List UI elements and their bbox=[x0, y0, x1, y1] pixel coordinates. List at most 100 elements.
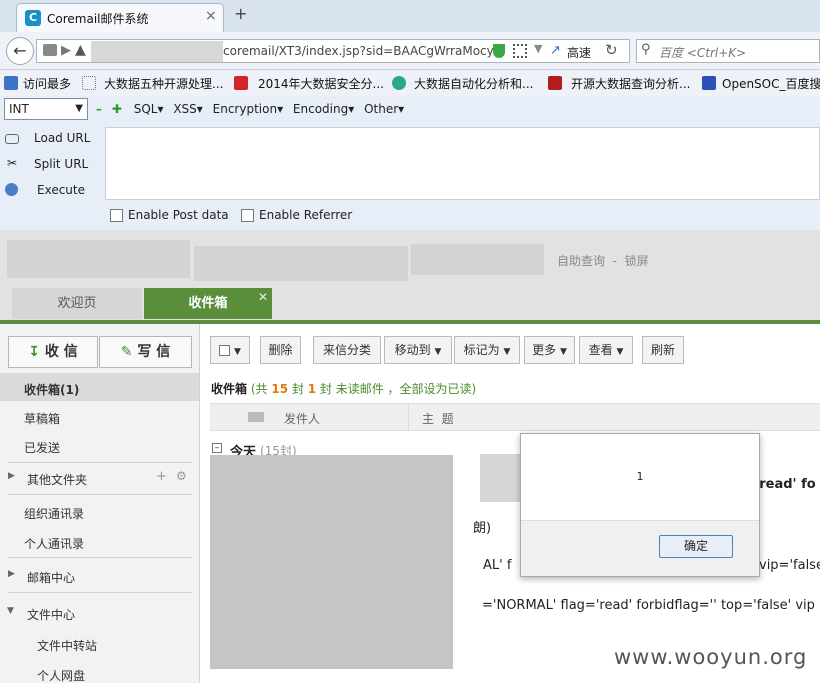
move-to-label: 移动到 bbox=[394, 343, 431, 357]
speed-label[interactable]: 高速 bbox=[567, 44, 591, 61]
post-data-checkbox[interactable] bbox=[110, 209, 123, 222]
back-button[interactable]: ← bbox=[6, 37, 34, 65]
coremail-favicon-icon: C bbox=[25, 10, 41, 26]
redacted-user bbox=[411, 244, 544, 275]
eye-icon bbox=[392, 76, 406, 90]
bookmark-item[interactable]: 大数据五种开源处理... bbox=[104, 75, 223, 92]
summary-mid: 封 bbox=[291, 382, 304, 396]
chevron-down-icon: ▼ bbox=[233, 347, 241, 357]
collapse-icon[interactable]: ▼ bbox=[7, 606, 14, 616]
tab-close-icon[interactable]: × bbox=[205, 8, 217, 24]
menu-other[interactable]: Other▾ bbox=[364, 102, 404, 116]
qrcode-icon[interactable] bbox=[513, 44, 527, 58]
page-icon bbox=[43, 44, 57, 56]
load-url-button[interactable]: Load URL bbox=[34, 131, 90, 145]
execute-button[interactable]: Execute bbox=[37, 183, 85, 197]
referrer-checkbox[interactable] bbox=[241, 209, 254, 222]
injected-text-3: AL' f bbox=[483, 558, 512, 573]
summary-total: 15 bbox=[271, 382, 289, 396]
bookmark-item[interactable]: 访问最多 bbox=[23, 75, 71, 92]
sender-column[interactable]: 发件人 bbox=[284, 410, 320, 427]
url-textarea[interactable] bbox=[105, 127, 820, 200]
redacted-info bbox=[194, 246, 408, 281]
summary-suffix[interactable]: 封 未读邮件 ，全部设为已读) bbox=[320, 382, 476, 396]
bookmark-icon bbox=[234, 76, 248, 90]
tab-title: Coremail邮件系统 bbox=[47, 12, 149, 26]
gear-icon[interactable]: ⚙ bbox=[176, 469, 187, 483]
file-center[interactable]: 文件中心 bbox=[27, 606, 75, 623]
bookmark-item[interactable]: 大数据自动化分析和... bbox=[414, 75, 533, 92]
folder-other[interactable]: 其他文件夹 bbox=[27, 471, 87, 488]
injected-text-5: ='NORMAL' flag='read' forbidflag='' top=… bbox=[482, 598, 815, 613]
shield-icon[interactable] bbox=[493, 44, 505, 58]
browser-tab[interactable]: C Coremail邮件系统 × bbox=[16, 3, 224, 32]
browser-tab-bar: C Coremail邮件系统 × + bbox=[0, 0, 820, 32]
tab-welcome[interactable]: 欢迎页 bbox=[12, 288, 142, 319]
move-to-dropdown[interactable]: 移动到 ▼ bbox=[384, 336, 452, 364]
divider bbox=[8, 557, 192, 558]
delete-button[interactable]: 删除 bbox=[260, 336, 301, 364]
scissors-icon: ✂ bbox=[7, 156, 18, 170]
menu-xss[interactable]: XSS▾ bbox=[173, 102, 202, 116]
chevron-down-icon: ▼ bbox=[434, 347, 442, 357]
plus-icon[interactable]: ✚ bbox=[112, 102, 122, 116]
download-icon: ↧ bbox=[28, 344, 40, 360]
classify-button[interactable]: 来信分类 bbox=[313, 336, 381, 364]
org-contacts[interactable]: 组织通讯录 bbox=[24, 505, 84, 522]
more-dropdown[interactable]: 更多 ▼ bbox=[524, 336, 575, 364]
bookmark-item[interactable]: 开源大数据查询分析... bbox=[571, 75, 690, 92]
view-dropdown[interactable]: 查看 ▼ bbox=[579, 336, 633, 364]
new-tab-button[interactable]: + bbox=[234, 4, 247, 23]
mail-center[interactable]: 邮箱中心 bbox=[27, 569, 75, 586]
url-bar[interactable]: ▶ ▲ coremail/XT3/index.jsp?sid=BAACgWrra… bbox=[36, 39, 630, 63]
divider bbox=[8, 462, 192, 463]
menu-encryption[interactable]: Encryption▾ bbox=[213, 102, 283, 116]
divider bbox=[8, 592, 192, 593]
bookmark-item[interactable]: OpenSOC_百度搜 bbox=[722, 75, 820, 92]
chevron-down-icon: ▼ bbox=[75, 103, 83, 114]
forward-icon[interactable]: ▶ bbox=[61, 43, 71, 58]
refresh-icon[interactable]: ↻ bbox=[605, 41, 618, 59]
folder-drafts[interactable]: 草稿箱 bbox=[24, 410, 60, 427]
bookmark-item[interactable]: 2014年大数据安全分... bbox=[258, 75, 384, 92]
folder-inbox[interactable]: 收件箱(1) bbox=[24, 381, 79, 398]
chevron-down-icon: ▼ bbox=[616, 347, 624, 357]
refresh-button[interactable]: 刷新 bbox=[642, 336, 684, 364]
minus-icon[interactable]: – bbox=[96, 102, 102, 116]
personal-disk[interactable]: 个人网盘 bbox=[37, 667, 85, 684]
folder-sent[interactable]: 已发送 bbox=[24, 439, 60, 456]
injected-text-4: vip='false bbox=[759, 558, 820, 573]
personal-contacts[interactable]: 个人通讯录 bbox=[24, 535, 84, 552]
subject-column[interactable]: 主 题 bbox=[422, 410, 454, 427]
select-all-checkbox[interactable] bbox=[219, 345, 231, 356]
menu-encoding[interactable]: Encoding▾ bbox=[293, 102, 354, 116]
coremail-header: 自助查询 - 锁屏 欢迎页 收件箱 ✕ bbox=[0, 230, 820, 320]
file-transfer[interactable]: 文件中转站 bbox=[37, 637, 97, 654]
url-text: coremail/XT3/index.jsp?sid=BAACgWrraMocy bbox=[223, 44, 494, 58]
select-all-dropdown[interactable]: ▼ bbox=[210, 336, 250, 364]
watermark: www.wooyun.org bbox=[614, 645, 808, 669]
split-url-button[interactable]: Split URL bbox=[34, 157, 88, 171]
mail-icon bbox=[248, 412, 264, 422]
dropdown-icon[interactable]: ▼ bbox=[534, 42, 542, 55]
speed-icon: ↗ bbox=[550, 43, 561, 58]
receive-button[interactable]: ↧ 收 信 bbox=[8, 336, 98, 368]
expand-icon[interactable]: ▶ bbox=[8, 569, 15, 579]
add-folder-icon[interactable]: + bbox=[156, 469, 167, 484]
divider bbox=[8, 494, 192, 495]
search-icon: ⚲ bbox=[641, 42, 651, 57]
mark-as-dropdown[interactable]: 标记为 ▼ bbox=[454, 336, 520, 364]
header-links[interactable]: 自助查询 - 锁屏 bbox=[557, 252, 649, 269]
tab-inbox[interactable]: 收件箱 bbox=[144, 288, 272, 319]
injected-text-2: 朗) bbox=[473, 521, 492, 536]
ok-button[interactable]: 确定 bbox=[659, 535, 733, 558]
write-button[interactable]: ✎ 写 信 bbox=[99, 336, 192, 368]
expand-icon[interactable]: ▶ bbox=[8, 471, 15, 481]
search-box[interactable]: ⚲ 百度 <Ctrl+K> bbox=[636, 39, 820, 63]
summary-prefix: (共 bbox=[250, 382, 268, 396]
redacted-host bbox=[91, 41, 223, 62]
menu-sql[interactable]: SQL▾ bbox=[134, 102, 164, 116]
tab-close-icon[interactable]: ✕ bbox=[258, 290, 268, 304]
collapse-group-icon[interactable]: – bbox=[212, 443, 222, 453]
type-select[interactable]: INT ▼ bbox=[4, 98, 88, 120]
